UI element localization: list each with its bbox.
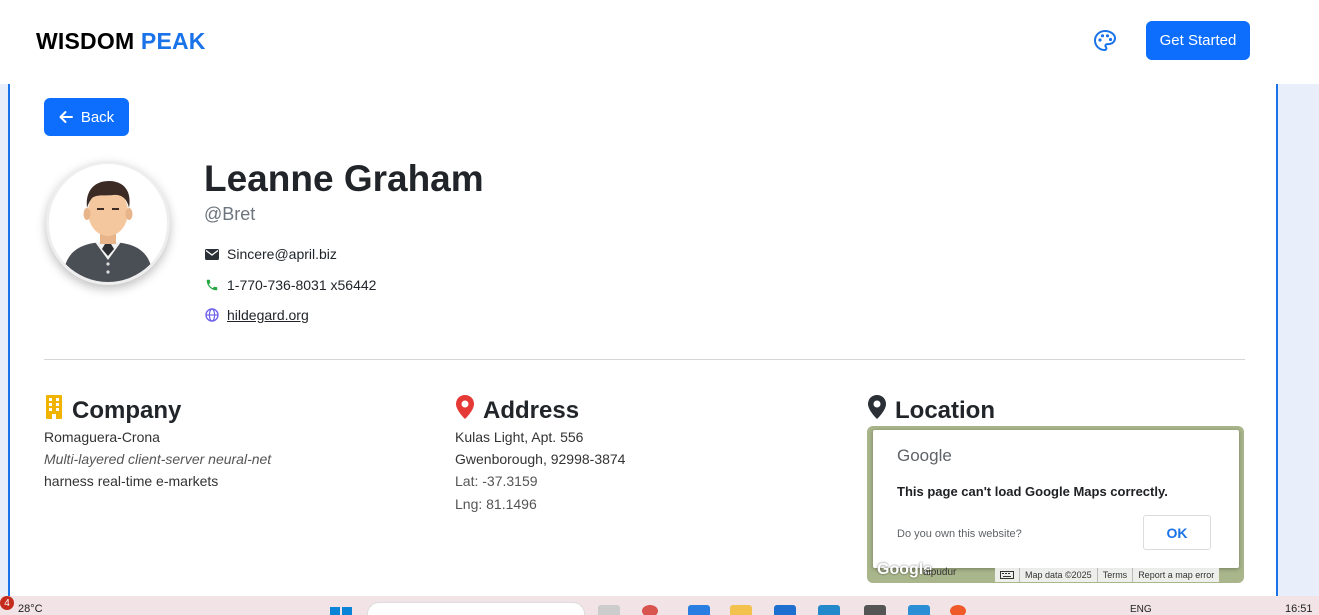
user-handle: @Bret	[204, 204, 256, 224]
company-title: Company	[72, 396, 182, 424]
avatar	[46, 161, 170, 285]
location-heading: Location	[867, 395, 995, 426]
company-catchphrase: Multi-layered client-server neural-net	[44, 451, 272, 467]
os-taskbar: 4 28°C ENG 16:51	[0, 596, 1319, 615]
brand-word-1: WISDOM	[36, 28, 135, 54]
building-icon	[44, 395, 64, 426]
divider	[44, 359, 1245, 360]
page-edge	[1277, 0, 1319, 84]
globe-icon	[204, 308, 219, 323]
google-logo: Google	[897, 446, 952, 465]
map-place-label: aipudur	[923, 567, 957, 578]
map-terms-link[interactable]: Terms	[1096, 568, 1133, 582]
phone-text: 1-770-736-8031 x56442	[227, 277, 377, 293]
address-street: Kulas Light, Apt. 556	[455, 429, 584, 445]
map-report-link[interactable]: Report a map error	[1132, 568, 1219, 582]
phone-icon	[204, 278, 219, 293]
email-text: Sincere@april.biz	[227, 246, 337, 262]
website-row: hildegard.org	[204, 307, 309, 323]
website-link[interactable]: hildegard.org	[227, 307, 309, 323]
user-profile-card: Back Leanne Graham @Bret Sincere@april.b…	[8, 84, 1278, 596]
user-avatar-icon	[63, 181, 153, 282]
arrow-left-icon	[59, 111, 73, 123]
clock[interactable]: 16:51	[1285, 603, 1313, 615]
address-title: Address	[483, 396, 580, 424]
email-row: Sincere@april.biz	[204, 246, 337, 262]
task-view-icon[interactable]	[598, 605, 620, 615]
language-indicator[interactable]: ENG	[1130, 604, 1152, 615]
calendar-icon[interactable]	[908, 605, 930, 615]
phone-row: 1-770-736-8031 x56442	[204, 277, 376, 293]
vscode-icon[interactable]	[818, 605, 840, 615]
map-error-dialog: Google This page can't load Google Maps …	[873, 430, 1239, 568]
get-started-button[interactable]: Get Started	[1146, 21, 1250, 60]
company-heading: Company	[44, 395, 181, 426]
palette-icon[interactable]	[1092, 28, 1118, 54]
company-bs: harness real-time e-markets	[44, 473, 219, 489]
location-marker-icon	[867, 395, 887, 426]
app-icon[interactable]	[688, 605, 710, 615]
map-footer: Map data ©2025 Terms Report a map error	[995, 568, 1220, 582]
brand-word-2: PEAK	[140, 28, 206, 54]
back-button[interactable]: Back	[44, 98, 129, 136]
map-data-label: Map data ©2025	[1019, 568, 1097, 582]
map-owner-question: Do you own this website?	[897, 528, 1022, 540]
map-error-message: This page can't load Google Maps correct…	[897, 484, 1168, 499]
location-title: Location	[895, 396, 995, 424]
folder-icon[interactable]	[730, 605, 752, 615]
top-navbar: WISDOM PEAK Get Started	[0, 0, 1319, 84]
back-label: Back	[80, 108, 115, 126]
map-ok-button[interactable]: OK	[1143, 515, 1211, 550]
user-name: Leanne Graham	[204, 158, 484, 199]
start-icon[interactable]	[330, 607, 352, 615]
notification-badge: 4	[0, 596, 14, 610]
app-icon[interactable]	[864, 605, 886, 615]
address-city-zip: Gwenborough, 92998-3874	[455, 451, 626, 467]
weather-temp[interactable]: 28°C	[18, 603, 43, 615]
taskbar-search[interactable]	[367, 602, 585, 615]
address-lng: Lng: 81.1496	[455, 496, 537, 512]
company-name: Romaguera-Crona	[44, 429, 160, 445]
envelope-icon	[204, 247, 219, 262]
map-pin-icon	[455, 395, 475, 426]
map-embed[interactable]: Google This page can't load Google Maps …	[867, 426, 1244, 583]
store-icon[interactable]	[774, 605, 796, 615]
keyboard-icon[interactable]	[995, 568, 1019, 582]
app-icon[interactable]	[950, 605, 966, 615]
address-lat: Lat: -37.3159	[455, 473, 538, 489]
brand-logo[interactable]: WISDOM PEAK	[36, 28, 206, 55]
address-heading: Address	[455, 395, 579, 426]
app-icon[interactable]	[642, 605, 658, 615]
